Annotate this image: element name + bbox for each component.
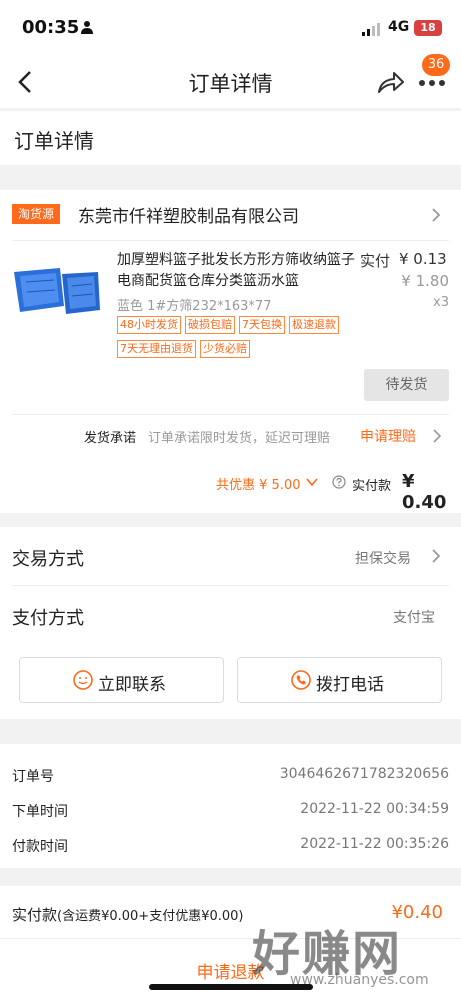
home-indicator (149, 984, 313, 990)
order-info-card: 订单号 3046462671782320656 下单时间 2022-11-22 … (0, 744, 461, 868)
paid-amount: ¥ 0.40 (402, 471, 447, 513)
service-tags-row: 7天无理由退货 少货必赔 (117, 340, 387, 358)
unit-price: ¥ 0.13 (399, 250, 447, 268)
service-tag: 少货必赔 (200, 340, 250, 358)
call-phone-button[interactable]: 拨打电话 (237, 657, 442, 703)
section-title: 订单详情 (14, 129, 94, 153)
chat-smile-icon (73, 670, 93, 690)
divider (12, 585, 449, 586)
order-card: 淘货源 东莞市仟祥塑胶制品有限公司 加厚塑料篮子批发长方形方筛收纳篮子电商配货篮… (0, 190, 461, 513)
product-title[interactable]: 加厚塑料篮子批发长方形方筛收纳篮子电商配货篮仓库分类篮沥水篮 (117, 250, 357, 292)
network-label: 4G (388, 19, 410, 35)
payment-method-value: 支付宝 (393, 610, 435, 626)
person-icon (81, 21, 93, 34)
order-time-label: 下单时间 (12, 804, 68, 820)
total-label: 实付款(含运费¥0.00+支付优惠¥0.00) (12, 904, 244, 925)
chevron-right-icon[interactable] (432, 428, 442, 444)
question-icon[interactable] (332, 475, 346, 489)
pay-time-label: 付款时间 (12, 839, 68, 855)
chevron-right-icon[interactable] (430, 547, 442, 565)
price-label: 实付 (360, 252, 391, 270)
claim-link[interactable]: 申请理赔 (360, 426, 416, 446)
original-price: ¥ 1.80 (401, 272, 449, 290)
signal-icon (362, 23, 380, 36)
service-tag: 破损包赔 (185, 316, 235, 334)
chevron-down-icon[interactable] (305, 477, 319, 487)
payment-card: 交易方式 担保交易 支付方式 支付宝 立即联系 拨打电话 (0, 527, 461, 719)
share-icon[interactable] (376, 68, 406, 96)
status-time: 00:35 (22, 17, 80, 38)
service-tags-row: 48小时发货 破损包赔 7天包换 极速退款 (117, 316, 387, 334)
divider (12, 414, 449, 415)
pay-time: 2022-11-22 00:35:26 (300, 836, 449, 852)
service-tag: 极速退款 (289, 316, 339, 334)
section-header: 订单详情 (0, 111, 461, 165)
product-quantity: x3 (433, 295, 449, 310)
order-number[interactable]: 3046462671782320656 (280, 766, 449, 782)
service-tag: 7天无理由退货 (117, 340, 196, 358)
shop-name[interactable]: 东莞市仟祥塑胶制品有限公司 (78, 202, 299, 227)
status-bar: 00:35 4G 18 (0, 0, 461, 56)
divider (12, 240, 449, 241)
total-note: (含运费¥0.00+支付优惠¥0.00) (57, 909, 244, 924)
chevron-right-icon[interactable] (430, 206, 442, 224)
trade-method-label: 交易方式 (12, 549, 84, 570)
payment-method-label: 支付方式 (12, 608, 84, 629)
service-tag: 7天包换 (239, 316, 285, 334)
product-sku: 蓝色 1#方筛232*163*77 (117, 299, 272, 314)
service-tag: 48小时发货 (117, 316, 181, 334)
battery-indicator: 18 (414, 20, 442, 36)
notification-badge: 36 (422, 54, 450, 76)
call-phone-label: 拨打电话 (316, 675, 384, 695)
nav-bar: 订单详情 (0, 56, 461, 108)
phone-icon (291, 670, 311, 690)
contact-now-button[interactable]: 立即联系 (19, 657, 224, 703)
order-time: 2022-11-22 00:34:59 (300, 801, 449, 817)
contact-now-label: 立即联系 (98, 675, 166, 695)
promise-text: 订单承诺限时发货，延迟可理赔 (148, 431, 331, 446)
discount-total[interactable]: 共优惠 ¥ 5.00 (216, 474, 300, 493)
order-number-label: 订单号 (12, 769, 54, 785)
promise-label: 发货承诺 (84, 431, 137, 446)
paid-label: 实付款 (352, 479, 392, 494)
shop-source-tag: 淘货源 (12, 204, 61, 224)
product-image[interactable] (12, 262, 104, 322)
more-icon[interactable] (418, 78, 446, 88)
trade-method-value[interactable]: 担保交易 (355, 548, 411, 568)
order-status-button[interactable]: 待发货 (364, 369, 449, 401)
total-label-text: 实付款 (12, 906, 58, 924)
